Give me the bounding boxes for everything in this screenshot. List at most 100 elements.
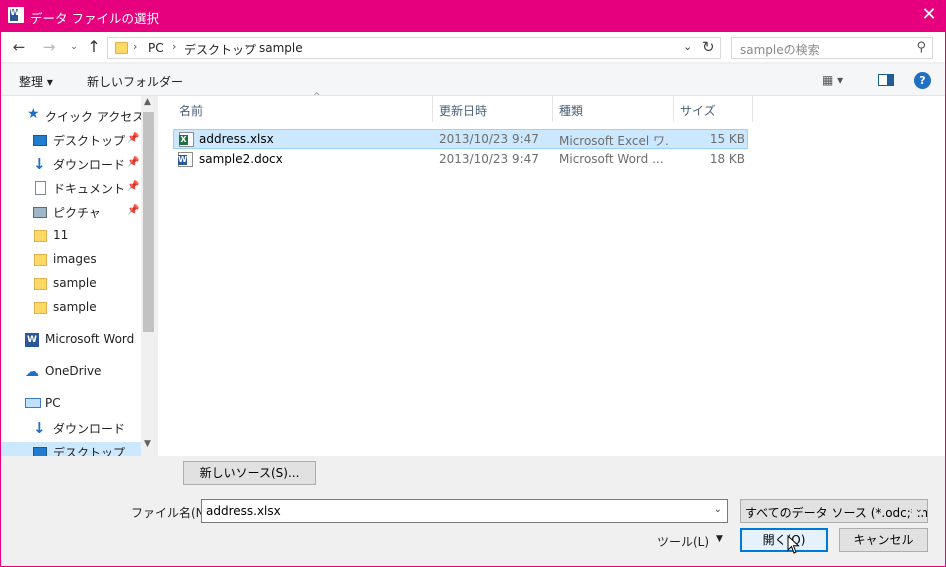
nav-item-label: ダウンロード: [53, 158, 126, 172]
breadcrumb-separator-icon[interactable]: ›: [245, 40, 249, 53]
window-title: データ ファイルの選択: [30, 11, 159, 26]
nav-item-pc[interactable]: PC: [1, 394, 141, 414]
folder-icon: [34, 254, 47, 266]
search-placeholder: sampleの検索: [740, 43, 820, 57]
star-icon: ★: [27, 106, 40, 122]
back-arrow-icon[interactable]: ←: [10, 38, 28, 56]
column-header-label: サイズ: [680, 104, 716, 118]
nav-item-pc-downloads[interactable]: ↓ ダウンロード: [1, 418, 141, 438]
breadcrumb-pc[interactable]: PC: [148, 41, 164, 55]
breadcrumb-separator-icon[interactable]: ›: [133, 40, 137, 53]
column-header-type[interactable]: 種類: [553, 96, 674, 122]
new-source-button[interactable]: 新しいソース(S)...: [183, 461, 316, 485]
nav-item-label: デスクトップ: [53, 134, 126, 148]
pin-icon: 📌: [127, 157, 140, 168]
filename-field[interactable]: address.xlsx ⌄: [201, 499, 728, 523]
pin-icon: 📌: [127, 133, 140, 144]
address-row: ← → ⌄ ↑ › PC › デスクトップ › sample ⌄ ↻ sampl…: [1, 32, 945, 62]
scrollbar-thumb[interactable]: [143, 112, 154, 332]
cancel-button[interactable]: キャンセル: [839, 528, 928, 552]
nav-item-pictures[interactable]: ピクチャ 📌: [1, 202, 141, 222]
file-name: address.xlsx: [199, 132, 274, 146]
nav-item-label: デスクトップ: [53, 446, 126, 456]
column-header-label: 更新日時: [439, 104, 488, 118]
file-date: 2013/10/23 9:47: [439, 132, 539, 146]
recent-locations-chevron-icon[interactable]: ⌄: [65, 38, 83, 56]
command-toolbar: 整理 ▾ 新しいフォルダー ▦ ▾ ?: [1, 64, 945, 96]
excel-file-icon: X: [179, 132, 194, 147]
open-button[interactable]: 開く(O): [740, 528, 828, 552]
file-type-filter-select[interactable]: すべてのデータ ソース (*.odc;*.mdb; ⌄: [740, 499, 928, 523]
new-folder-button[interactable]: 新しいフォルダー: [87, 73, 183, 90]
nav-item-label: クイック アクセス: [45, 110, 145, 124]
nav-item-label: Microsoft Word: [45, 332, 135, 346]
nav-item-quick-access[interactable]: ★ クイック アクセス: [1, 106, 145, 126]
file-date: 2013/10/23 9:47: [439, 152, 539, 166]
nav-item-folder-sample[interactable]: sample: [1, 274, 141, 294]
file-type: Microsoft Word ...: [559, 152, 664, 166]
file-name: sample2.docx: [199, 152, 283, 166]
nav-pane-scrollbar[interactable]: ▲ ▼: [141, 96, 156, 456]
column-header-label: 種類: [559, 104, 584, 118]
nav-item-folder-11[interactable]: 11: [1, 226, 141, 246]
help-icon[interactable]: ?: [914, 72, 931, 89]
column-header-date[interactable]: 更新日時: [433, 96, 553, 122]
file-row[interactable]: X address.xlsx 2013/10/23 9:47 Microsoft…: [173, 129, 748, 149]
close-button[interactable]: ✕: [912, 0, 946, 32]
search-input[interactable]: sampleの検索 ⚲: [731, 37, 933, 59]
filename-dropdown-chevron-icon[interactable]: ⌄: [714, 504, 722, 515]
word-badge: W: [178, 155, 187, 165]
nav-item-downloads[interactable]: ↓ ダウンロード 📌: [1, 154, 141, 174]
nav-item-folder-sample[interactable]: sample: [1, 298, 141, 318]
filename-value[interactable]: address.xlsx: [206, 504, 281, 518]
organize-menu-button[interactable]: 整理 ▾: [19, 73, 53, 90]
view-options-icon[interactable]: ▦ ▾: [822, 73, 843, 87]
address-bar[interactable]: › PC › デスクトップ › sample ⌄ ↻: [107, 37, 721, 59]
nav-item-label: 11: [53, 228, 69, 242]
search-icon: ⚲: [916, 40, 926, 55]
desktop-icon: [33, 135, 47, 146]
nav-item-label: PC: [45, 396, 61, 410]
pin-icon: 📌: [127, 181, 140, 192]
file-row[interactable]: W sample2.docx 2013/10/23 9:47 Microsoft…: [173, 150, 748, 170]
word-icon: W: [25, 333, 39, 347]
breadcrumb-sample[interactable]: sample: [259, 41, 303, 55]
breadcrumb-separator-icon[interactable]: ›: [172, 40, 176, 53]
nav-item-label: ダウンロード: [53, 422, 126, 436]
mouse-cursor-icon: [787, 535, 800, 554]
tools-menu-button[interactable]: ツール(L) ▼: [657, 533, 723, 550]
nav-item-desktop[interactable]: デスクトップ 📌: [1, 130, 141, 150]
address-dropdown-chevron-icon[interactable]: ⌄: [683, 40, 692, 53]
cloud-icon: ☁: [25, 364, 39, 380]
column-header-name[interactable]: ^ 名前: [173, 92, 433, 122]
filter-dropdown-chevron-icon[interactable]: ⌄: [911, 504, 923, 515]
nav-item-onedrive[interactable]: ☁ OneDrive: [1, 362, 141, 382]
nav-item-documents[interactable]: ドキュメント 📌: [1, 178, 141, 198]
nav-item-label: ピクチャ: [53, 206, 101, 220]
forward-arrow-icon[interactable]: →: [40, 38, 58, 56]
scroll-up-chevron-icon[interactable]: ▲: [144, 97, 151, 107]
document-icon: [35, 181, 46, 195]
column-header-size[interactable]: サイズ: [674, 96, 753, 122]
tools-dropdown-triangle-icon: ▼: [716, 534, 723, 544]
folder-icon: [34, 278, 47, 290]
nav-item-pc-desktop[interactable]: デスクトップ: [1, 442, 141, 456]
file-type: Microsoft Excel ワ...: [559, 134, 669, 148]
file-list: ^ 名前 更新日時 種類 サイズ X address.xlsx 2013/10/…: [158, 92, 945, 456]
scroll-down-chevron-icon[interactable]: ▼: [144, 439, 151, 449]
preview-pane-icon[interactable]: [878, 74, 894, 86]
nav-item-microsoft-word[interactable]: W Microsoft Word: [1, 330, 141, 350]
file-size: 18 KB: [709, 152, 745, 166]
nav-item-folder-images[interactable]: images: [1, 250, 141, 270]
word-app-icon: [8, 7, 24, 23]
pictures-icon: [33, 207, 47, 218]
nav-item-label: OneDrive: [45, 364, 102, 378]
navigation-pane: ★ クイック アクセス デスクトップ 📌 ↓ ダウンロード 📌 ドキュメント 📌…: [1, 96, 156, 456]
file-type-filter-value: すべてのデータ ソース (*.odc;*.mdb;: [745, 506, 927, 520]
pin-icon: 📌: [127, 205, 140, 216]
excel-badge: X: [179, 135, 188, 145]
nav-item-label: sample: [53, 300, 97, 314]
refresh-icon[interactable]: ↻: [702, 38, 715, 56]
download-arrow-icon: ↓: [33, 419, 46, 437]
up-arrow-icon[interactable]: ↑: [85, 38, 103, 56]
